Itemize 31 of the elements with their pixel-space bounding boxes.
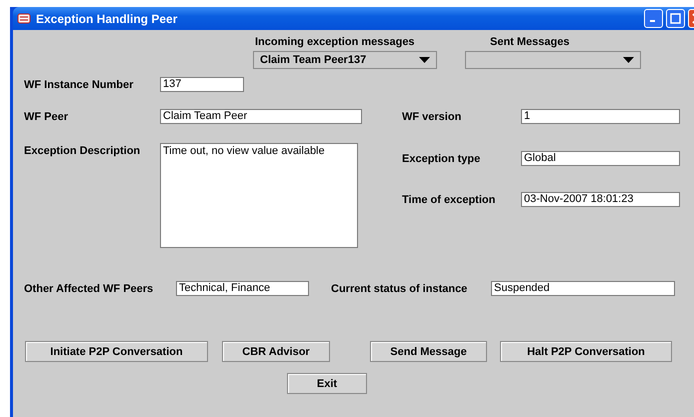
- text-area[interactable]: Time out, no view value available: [160, 143, 358, 248]
- input-field[interactable]: Suspended: [491, 281, 675, 296]
- input-field[interactable]: Claim Team Peer: [160, 109, 362, 124]
- field-label: Current status of instance: [331, 282, 468, 294]
- exit-button[interactable]: Exit: [287, 373, 367, 394]
- field-label: Other Affected WF Peers: [24, 282, 154, 294]
- app-icon: [17, 12, 31, 25]
- input-field[interactable]: 1: [521, 109, 680, 124]
- dropdown-arrow-icon: [623, 57, 634, 63]
- field-label: WF version: [402, 110, 462, 122]
- input-field[interactable]: 03-Nov-2007 18:01:23: [521, 192, 680, 207]
- field-label: WF Peer: [24, 110, 70, 122]
- action-button[interactable]: Send Message: [370, 341, 487, 362]
- field-label: Exception type: [402, 152, 482, 164]
- field-label: Time of exception: [402, 194, 496, 206]
- input-field[interactable]: 137: [160, 77, 244, 92]
- input-field[interactable]: Global: [521, 151, 680, 166]
- minimize-button[interactable]: [644, 9, 663, 28]
- action-button[interactable]: Initiate P2P Conversation: [25, 341, 208, 362]
- incoming-messages-dropdown[interactable]: Claim Team Peer137: [253, 51, 437, 69]
- sent-messages-label: Sent Messages: [490, 36, 570, 48]
- dropdown-arrow-icon: [419, 57, 430, 63]
- field-label: Exception Description: [24, 145, 142, 157]
- window-title: Exception Handling Peer: [36, 12, 178, 26]
- action-button[interactable]: CBR Advisor: [222, 341, 330, 362]
- maximize-icon: [670, 13, 681, 24]
- field-label: WF Instance Number: [24, 78, 134, 90]
- input-field[interactable]: Technical, Finance: [176, 281, 309, 296]
- action-button[interactable]: Halt P2P Conversation: [500, 341, 672, 362]
- incoming-messages-label: Incoming exception messages: [255, 36, 416, 48]
- maximize-button[interactable]: [666, 9, 685, 28]
